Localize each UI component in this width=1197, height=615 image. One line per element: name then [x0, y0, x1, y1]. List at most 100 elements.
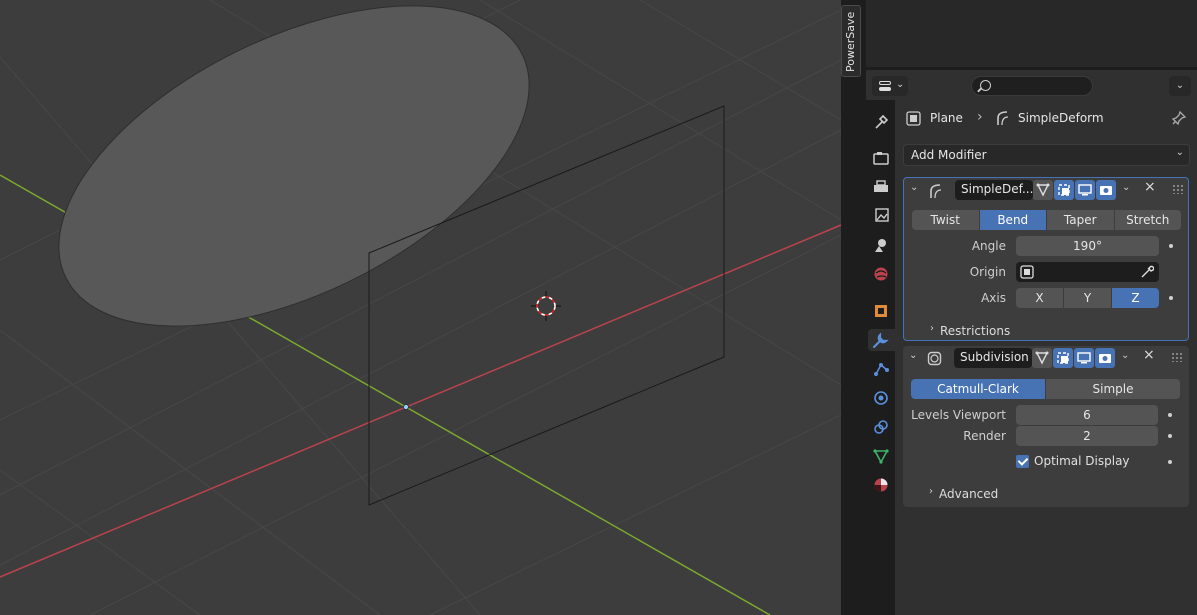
render-levels-label: Render — [963, 429, 1006, 443]
drag-grip-icon[interactable] — [1172, 184, 1184, 194]
viewport-display-toggle[interactable] — [1074, 348, 1094, 368]
monitor-icon — [1078, 184, 1092, 196]
on-cage-icon — [1057, 352, 1069, 364]
collapse-chevron-icon[interactable]: ⌄ — [909, 350, 917, 361]
tab-tool[interactable] — [870, 111, 892, 133]
keyframe-dot-icon[interactable] — [1168, 413, 1172, 417]
optimal-display-checkbox[interactable] — [1016, 455, 1029, 468]
edit-mode-toggle[interactable] — [1033, 180, 1053, 200]
outliner-area[interactable] — [866, 0, 1197, 70]
axis-z[interactable]: Z — [1112, 288, 1159, 308]
breadcrumb: Plane › SimpleDeform — [903, 108, 1173, 128]
chevron-right-icon[interactable]: › — [929, 486, 933, 497]
viewport-scene — [0, 0, 841, 615]
tab-view-layer[interactable] — [870, 205, 892, 227]
eyedropper-icon[interactable] — [1140, 265, 1154, 279]
chevron-down-icon[interactable]: ⌄ — [1121, 350, 1129, 361]
on-cage-toggle[interactable] — [1054, 180, 1074, 200]
add-modifier-label: Add Modifier — [911, 148, 987, 162]
sidebar-tab-strip — [841, 0, 866, 615]
output-icon — [874, 180, 888, 192]
tab-powersave[interactable]: PowerSave — [841, 5, 861, 77]
object-square-icon — [1020, 265, 1034, 279]
3d-viewport[interactable] — [0, 0, 841, 615]
tab-world[interactable] — [870, 263, 892, 285]
levels-viewport-field[interactable]: 6 — [1016, 405, 1158, 425]
options-dropdown[interactable]: ⌄ — [1169, 76, 1191, 96]
properties-tab-column — [866, 100, 895, 615]
tab-powersave-label: PowerSave — [844, 11, 857, 72]
modifier-name-field[interactable]: Subdivision — [954, 348, 1032, 368]
deform-mode-stretch[interactable]: Stretch — [1114, 210, 1181, 230]
tab-data[interactable] — [870, 445, 892, 467]
angle-field[interactable]: 190° — [1016, 236, 1159, 256]
keyframe-dot-icon[interactable] — [1169, 244, 1173, 248]
render-icon — [873, 152, 889, 165]
monitor-icon — [1077, 352, 1091, 364]
deform-mode-selector: Twist Bend Taper Stretch — [912, 210, 1181, 230]
drag-grip-icon[interactable] — [1171, 352, 1183, 362]
keyframe-dot-icon[interactable] — [1168, 460, 1172, 464]
particles-icon — [874, 363, 889, 376]
optimal-display-label: Optimal Display — [1034, 454, 1130, 468]
keyframe-dot-icon[interactable] — [1169, 296, 1173, 300]
origin-label: Origin — [969, 265, 1006, 279]
wrench-icon — [872, 332, 889, 349]
tab-physics[interactable] — [870, 387, 892, 409]
on-cage-toggle[interactable] — [1053, 348, 1073, 368]
editor-type-icon — [879, 81, 891, 85]
close-icon[interactable]: × — [1144, 179, 1156, 195]
tab-constraints[interactable] — [870, 416, 892, 438]
object-square-icon — [906, 111, 921, 126]
chevron-down-icon: ⌄ — [1175, 147, 1184, 158]
search-field[interactable] — [971, 76, 1093, 96]
render-toggle[interactable] — [1096, 180, 1116, 200]
render-levels-field[interactable]: 2 — [1016, 426, 1158, 446]
origin-point — [403, 404, 409, 410]
axis-label: Axis — [981, 291, 1006, 305]
edit-mode-toggle[interactable] — [1032, 348, 1052, 368]
3d-cursor — [531, 291, 561, 321]
chevron-down-icon[interactable]: ⌄ — [1122, 182, 1130, 193]
tab-modifiers[interactable] — [868, 329, 895, 351]
pin-icon[interactable] — [1171, 110, 1187, 126]
modifier-header: ⌄ Subdivision ⌄ × — [903, 346, 1189, 370]
close-icon[interactable]: × — [1143, 347, 1155, 363]
object-icon — [875, 305, 887, 317]
breadcrumb-modifier: SimpleDeform — [1018, 111, 1104, 125]
physics-icon — [874, 391, 888, 405]
tab-particles[interactable] — [870, 358, 892, 380]
viewport-display-toggle[interactable] — [1075, 180, 1095, 200]
camera-icon — [1100, 186, 1112, 195]
deform-mode-bend[interactable]: Bend — [979, 210, 1047, 230]
origin-field[interactable] — [1016, 262, 1159, 282]
chevron-down-icon: ⌄ — [1175, 80, 1185, 91]
modifier-name-field[interactable]: SimpleDef... — [955, 180, 1033, 200]
subdivision-icon — [927, 351, 942, 366]
algorithm-catmull-clark[interactable]: Catmull-Clark — [911, 379, 1046, 399]
keyframe-dot-icon[interactable] — [1168, 434, 1172, 438]
tab-object[interactable] — [870, 300, 892, 322]
restrictions-subpanel[interactable]: Restrictions — [940, 324, 1010, 338]
algorithm-simple[interactable]: Simple — [1046, 379, 1180, 399]
modifier-panel-subdivision: ⌄ Subdivision ⌄ × Catmull-Clark Simple L… — [903, 346, 1189, 507]
breadcrumb-object: Plane — [930, 111, 963, 125]
chevron-right-icon[interactable]: › — [930, 323, 934, 334]
tab-output[interactable] — [870, 176, 892, 198]
editor-type-button[interactable]: ⌄ — [872, 76, 908, 96]
tab-scene[interactable] — [870, 234, 892, 256]
axis-x[interactable]: X — [1016, 288, 1064, 308]
deform-mode-twist[interactable]: Twist — [912, 210, 980, 230]
advanced-subpanel[interactable]: Advanced — [939, 487, 998, 501]
material-icon — [874, 478, 888, 492]
tab-render[interactable] — [870, 147, 892, 169]
collapse-chevron-icon[interactable]: ⌄ — [910, 182, 918, 193]
axis-selector: X Y Z — [1016, 288, 1159, 308]
tab-material[interactable] — [870, 474, 892, 496]
deformed-mesh — [58, 5, 530, 327]
axis-y[interactable]: Y — [1064, 288, 1112, 308]
search-input[interactable] — [994, 78, 1089, 94]
add-modifier-button[interactable]: Add Modifier ⌄ — [903, 144, 1190, 166]
render-toggle[interactable] — [1095, 348, 1115, 368]
deform-mode-taper[interactable]: Taper — [1047, 210, 1115, 230]
